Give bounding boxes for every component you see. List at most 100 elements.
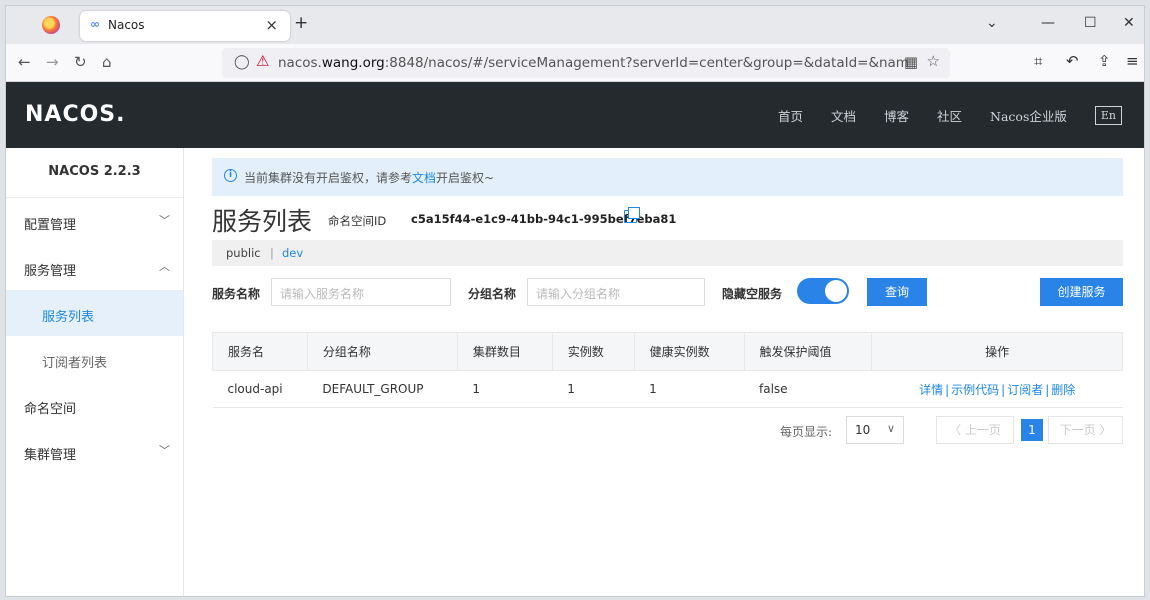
- chevron-up-icon: ︿: [159, 260, 170, 273]
- service-name-label: 服务名称: [212, 287, 261, 301]
- page-size-select[interactable]: 10 ∨: [846, 416, 904, 444]
- sidebar-item-subscriber-list[interactable]: 订阅者列表: [6, 336, 183, 382]
- column-header: 实例数: [551, 332, 635, 371]
- nav-blog[interactable]: 博客: [884, 106, 909, 125]
- cell-group-name: DEFAULT_GROUP: [307, 370, 458, 408]
- docs-link[interactable]: 文档: [412, 171, 436, 185]
- shield-icon[interactable]: ◯: [234, 54, 250, 70]
- sidebar-item-service-management[interactable]: 服务管理 ︿: [6, 244, 183, 290]
- hide-empty-label: 隐藏空服务: [722, 287, 783, 301]
- cell-instance-count: 1: [552, 370, 635, 408]
- current-page-button[interactable]: 1: [1021, 419, 1043, 441]
- prev-page-button[interactable]: 〈 上一页: [936, 416, 1014, 444]
- namespace-public[interactable]: public: [226, 246, 261, 260]
- cell-actions: 详情 | 示例代码 | 订阅者 | 删除: [871, 370, 1123, 408]
- column-header: 触发保护阈值: [743, 332, 873, 371]
- column-header: 操作: [871, 332, 1123, 371]
- sidebar-item-label: 服务列表: [42, 310, 95, 325]
- app-header: NACOS. 首页 文档 博客 社区 Nacos企业版 En: [6, 82, 1144, 148]
- info-icon: i: [224, 169, 237, 182]
- sidebar: NACOS 2.2.3 配置管理 ﹀ 服务管理 ︿ 服务列表 订阅者列表 命名空…: [6, 148, 184, 596]
- sample-code-link[interactable]: 示例代码: [951, 383, 999, 397]
- language-toggle-button[interactable]: En: [1094, 105, 1122, 125]
- browser-window: ∞ Nacos × + ⌄ — ☐ ✕ ← → ↻ ⌂ ◯ ⚠ nacos.wa…: [5, 5, 1145, 597]
- cell-service-name: cloud-api: [212, 370, 308, 408]
- main-content: i 当前集群没有开启鉴权，请参考文档开启鉴权~ 服务列表 命名空间ID c5a1…: [184, 148, 1144, 596]
- qr-code-icon[interactable]: ▦: [904, 53, 918, 71]
- new-tab-icon[interactable]: +: [294, 13, 308, 33]
- namespace-separator: |: [270, 246, 274, 260]
- tab-title: Nacos: [108, 18, 145, 32]
- version-label: NACOS 2.2.3: [6, 148, 183, 198]
- copy-icon[interactable]: [624, 207, 640, 223]
- nav-docs[interactable]: 文档: [831, 106, 856, 125]
- service-table: 服务名 分组名称 集群数目 实例数 健康实例数 触发保护阈值 操作 cloud-…: [212, 332, 1123, 408]
- back-icon[interactable]: ←: [18, 53, 31, 71]
- chevron-down-icon: ﹀: [159, 444, 170, 457]
- column-header: 集群数目: [456, 332, 553, 371]
- nacos-favicon-icon: ∞: [90, 17, 100, 31]
- namespace-selector: public | dev: [212, 240, 1123, 266]
- navigation-bar: ← → ↻ ⌂ ◯ ⚠ nacos.wang.org:8848/nacos/#/…: [6, 44, 1144, 82]
- group-name-label: 分组名称: [468, 287, 517, 301]
- url-bar[interactable]: ◯ ⚠ nacos.wang.org:8848/nacos/#/serviceM…: [222, 48, 950, 78]
- table-row: cloud-api DEFAULT_GROUP 1 1 1 false 详情 | 示…: [212, 370, 1123, 408]
- column-header: 服务名: [212, 332, 308, 371]
- column-header: 健康实例数: [633, 332, 745, 371]
- details-link[interactable]: 详情: [919, 383, 943, 397]
- undo-icon[interactable]: ↶: [1066, 52, 1079, 70]
- nav-enterprise[interactable]: Nacos企业版: [990, 106, 1067, 125]
- browser-tab[interactable]: ∞ Nacos ×: [80, 11, 290, 41]
- table-header-row: 服务名 分组名称 集群数目 实例数 健康实例数 触发保护阈值 操作: [212, 332, 1123, 371]
- hide-empty-toggle[interactable]: [797, 278, 849, 304]
- sidebar-item-namespace[interactable]: 命名空间: [6, 382, 183, 428]
- sidebar-item-service-list[interactable]: 服务列表: [6, 290, 183, 336]
- next-page-button[interactable]: 下一页 〉: [1048, 416, 1123, 444]
- home-icon[interactable]: ⌂: [102, 53, 112, 71]
- maximize-icon[interactable]: ☐: [1084, 15, 1097, 31]
- cell-cluster-count: 1: [457, 370, 553, 408]
- firefox-icon[interactable]: [42, 16, 60, 34]
- group-name-input[interactable]: 请输入分组名称: [527, 278, 705, 306]
- minimize-icon[interactable]: —: [1041, 15, 1055, 31]
- alert-text: 当前集群没有开启鉴权，请参考文档开启鉴权~: [244, 171, 495, 185]
- search-button[interactable]: 查询: [867, 278, 927, 306]
- sidebar-item-label: 服务管理: [24, 264, 77, 279]
- sidebar-item-label: 命名空间: [24, 402, 77, 417]
- top-nav: 首页 文档 博客 社区 Nacos企业版 En: [778, 82, 1144, 148]
- close-window-icon[interactable]: ✕: [1123, 15, 1135, 31]
- create-service-button[interactable]: 创建服务: [1040, 278, 1123, 306]
- nav-community[interactable]: 社区: [937, 106, 962, 125]
- nacos-logo[interactable]: NACOS.: [25, 102, 126, 127]
- sidebar-item-label: 配置管理: [24, 218, 77, 233]
- share-icon[interactable]: ⇪: [1098, 52, 1111, 70]
- page-title: 服务列表: [212, 207, 313, 236]
- forward-icon[interactable]: →: [46, 53, 59, 71]
- chevron-down-icon: ﹀: [159, 214, 170, 227]
- tab-bar: ∞ Nacos × + ⌄ — ☐ ✕: [6, 6, 1144, 44]
- chevron-down-icon: ∨: [886, 422, 895, 435]
- tab-close-icon[interactable]: ×: [265, 16, 278, 34]
- namespace-dev[interactable]: dev: [282, 246, 303, 260]
- cell-healthy-count: 1: [634, 370, 744, 408]
- column-header: 分组名称: [306, 332, 458, 371]
- delete-link[interactable]: 删除: [1051, 383, 1075, 397]
- cell-protect-threshold: false: [744, 370, 872, 408]
- auth-alert: i 当前集群没有开启鉴权，请参考文档开启鉴权~: [212, 158, 1123, 196]
- crop-icon[interactable]: ⌗: [1034, 52, 1042, 70]
- service-name-input[interactable]: 请输入服务名称: [271, 278, 451, 306]
- nav-home[interactable]: 首页: [778, 106, 803, 125]
- tab-list-chevron-icon[interactable]: ⌄: [986, 15, 998, 31]
- sidebar-item-label: 订阅者列表: [42, 356, 108, 371]
- reload-icon[interactable]: ↻: [74, 53, 87, 71]
- insecure-lock-icon[interactable]: ⚠: [256, 52, 269, 70]
- sidebar-item-config-management[interactable]: 配置管理 ﹀: [6, 198, 183, 244]
- menu-icon[interactable]: ≡: [1126, 52, 1139, 70]
- subscribers-link[interactable]: 订阅者: [1007, 383, 1043, 397]
- page-size-label: 每页显示:: [780, 425, 833, 439]
- bookmark-star-icon[interactable]: ☆: [927, 52, 940, 70]
- sidebar-item-label: 集群管理: [24, 448, 77, 463]
- namespace-id-label: 命名空间ID: [328, 214, 387, 228]
- sidebar-item-cluster-management[interactable]: 集群管理 ﹀: [6, 428, 183, 474]
- url-text[interactable]: nacos.wang.org:8848/nacos/#/serviceManag…: [278, 55, 908, 71]
